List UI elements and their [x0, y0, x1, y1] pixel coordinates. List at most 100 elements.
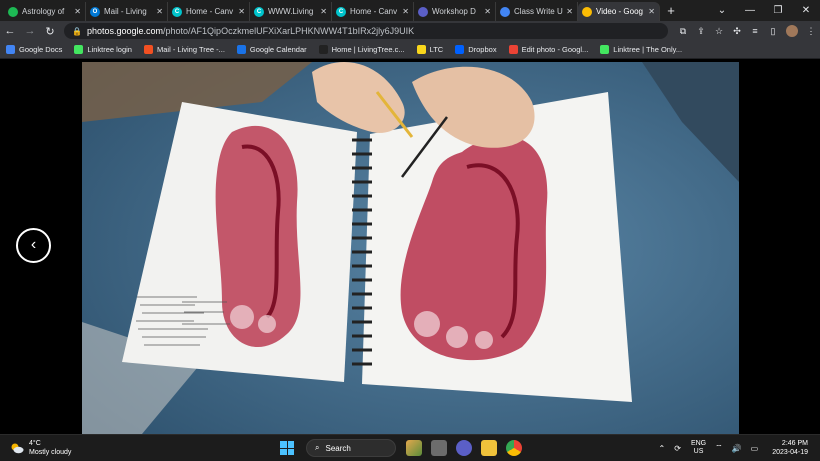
- bookmarks-bar: Google Docs Linktree login Mail - Living T…: [0, 41, 820, 59]
- teams-chat-icon[interactable]: [456, 440, 472, 456]
- system-tray: ⌃ ⟳ ENG US ⌔ 🔊 ▭ 2:46 PM 2023-04-19: [650, 437, 812, 459]
- tab-search-icon[interactable]: ⌄: [708, 5, 736, 16]
- tab-close-icon[interactable]: ✕: [484, 7, 491, 16]
- chrome-icon[interactable]: [506, 440, 522, 456]
- close-window-icon[interactable]: ✕: [792, 5, 820, 16]
- bookmark-favicon-icon: [6, 45, 15, 54]
- bookmark-item[interactable]: Mail - Living Tree -...: [143, 45, 225, 54]
- profile-avatar[interactable]: [786, 25, 798, 37]
- bookmark-label: Linktree | The Only...: [613, 45, 683, 54]
- tab-label: Home - Canv: [186, 7, 234, 16]
- lock-icon[interactable]: 🔒: [72, 27, 82, 36]
- extensions-icon[interactable]: ✣: [728, 26, 746, 37]
- tab-close-icon[interactable]: ✕: [566, 7, 573, 16]
- tab-close-icon[interactable]: ✕: [238, 7, 245, 16]
- wifi-icon[interactable]: ⌔: [715, 443, 723, 453]
- tab-close-icon[interactable]: ✕: [648, 7, 655, 16]
- bookmark-favicon-icon: [600, 45, 610, 54]
- clock-time: 2:46 PM: [781, 440, 808, 447]
- bookmark-item[interactable]: LTC: [416, 45, 443, 54]
- sketchbook-photo[interactable]: [82, 62, 739, 434]
- tab-favicon-icon: O: [90, 6, 100, 17]
- address-bar[interactable]: 🔒 photos.google.com/photo/AF1QipOczkmelU…: [64, 23, 668, 39]
- browser-tab[interactable]: C Home - Canv ✕: [168, 2, 250, 21]
- photo-viewer: ‹: [0, 59, 820, 434]
- windows-taskbar: 4°C Mostly cloudy ⌕ Search ⌃ ⟳ ENG US ⌔ …: [0, 434, 820, 461]
- tab-favicon-icon: C: [254, 6, 264, 17]
- tab-close-icon[interactable]: ✕: [320, 7, 327, 16]
- browser-tab[interactable]: Workshop D ✕: [414, 2, 496, 21]
- tab-favicon-icon: [418, 6, 428, 17]
- tab-favicon-icon: [582, 6, 592, 17]
- tab-label: Mail - Living: [104, 7, 147, 16]
- reading-list-icon[interactable]: ≡: [746, 26, 764, 36]
- browser-tab[interactable]: O Mail - Living ✕: [86, 2, 168, 21]
- clock[interactable]: 2:46 PM 2023-04-19: [772, 439, 808, 457]
- bookmark-item[interactable]: Edit photo - Googl...: [508, 45, 589, 54]
- bookmark-item[interactable]: Home | LivingTree.c...: [318, 45, 405, 54]
- partly-cloudy-icon: [11, 443, 24, 454]
- file-explorer-icon[interactable]: [481, 440, 497, 456]
- tab-favicon-icon: C: [336, 6, 346, 17]
- bookmark-item[interactable]: Linktree login: [74, 45, 132, 54]
- tab-favicon-icon: [500, 6, 510, 17]
- bookmark-item[interactable]: Google Docs: [6, 45, 62, 54]
- back-icon[interactable]: ←: [0, 25, 20, 37]
- bookmark-favicon-icon: [416, 45, 426, 54]
- side-panel-icon[interactable]: ▯: [764, 26, 782, 37]
- bookmark-label: Edit photo - Googl...: [521, 45, 589, 54]
- battery-icon[interactable]: ▭: [751, 444, 759, 453]
- tab-label: Video - Goog: [596, 7, 643, 16]
- bookmark-label: Home | LivingTree.c...: [331, 45, 405, 54]
- bookmark-label: Mail - Living Tree -...: [156, 45, 225, 54]
- tab-favicon-icon: [8, 6, 18, 17]
- start-button[interactable]: [280, 441, 294, 455]
- task-view-icon[interactable]: [431, 440, 447, 456]
- lang-code: ENG: [690, 440, 707, 447]
- show-hidden-icons-icon[interactable]: ⌃: [659, 444, 666, 453]
- tab-close-icon[interactable]: ✕: [74, 7, 81, 16]
- browser-tab[interactable]: Class Write U ✕: [496, 2, 578, 21]
- bookmark-item[interactable]: Dropbox: [455, 45, 497, 54]
- share-icon[interactable]: ⇪: [692, 26, 710, 37]
- sketchbook-illustration: [82, 62, 739, 434]
- tab-list: Astrology of ✕ O Mail - Living ✕ C Home - Canv…: [0, 0, 660, 21]
- tab-close-icon[interactable]: ✕: [402, 7, 409, 16]
- tab-label: Astrology of: [22, 7, 65, 16]
- restore-icon[interactable]: ❐: [764, 5, 792, 16]
- forward-icon[interactable]: →: [20, 25, 40, 37]
- bookmark-favicon-icon: [508, 45, 518, 54]
- weather-temp: 4°C: [29, 440, 41, 447]
- browser-tab[interactable]: C Home - Canv ✕: [332, 2, 414, 21]
- lang-region: US: [693, 448, 704, 455]
- tab-label: Class Write U: [514, 7, 563, 16]
- install-app-icon[interactable]: ⧉: [674, 26, 692, 37]
- previous-photo-button[interactable]: ‹: [16, 228, 51, 263]
- update-icon[interactable]: ⟳: [674, 444, 681, 453]
- language-indicator[interactable]: ENG US: [691, 440, 706, 456]
- bookmark-favicon-icon: [236, 45, 246, 54]
- clock-date: 2023-04-19: [772, 449, 808, 456]
- tab-label: WWW.Living: [268, 7, 314, 16]
- bookmark-item[interactable]: Linktree | The Only...: [600, 45, 682, 54]
- reload-icon[interactable]: ↻: [40, 25, 60, 38]
- browser-tab[interactable]: Astrology of ✕: [4, 2, 86, 21]
- weather-widget[interactable]: 4°C Mostly cloudy: [10, 439, 71, 457]
- menu-icon[interactable]: ⋮: [802, 26, 820, 37]
- browser-tab[interactable]: Video - Goog ✕: [578, 2, 660, 21]
- minimize-icon[interactable]: —: [736, 5, 764, 16]
- volume-icon[interactable]: 🔊: [732, 444, 742, 453]
- url-host: photos.google.com: [86, 26, 164, 36]
- tab-label: Workshop D: [432, 7, 476, 16]
- tab-close-icon[interactable]: ✕: [156, 7, 163, 16]
- bookmark-item[interactable]: Google Calendar: [236, 45, 307, 54]
- new-tab-button[interactable]: +: [660, 2, 682, 21]
- widgets-icon[interactable]: [406, 440, 422, 456]
- browser-tab[interactable]: C WWW.Living ✕: [250, 2, 332, 21]
- bookmark-favicon-icon: [74, 45, 84, 54]
- bookmark-star-icon[interactable]: ☆: [710, 26, 728, 37]
- bookmark-favicon-icon: [318, 45, 328, 54]
- bookmark-label: Google Calendar: [249, 45, 307, 54]
- search-icon: ⌕: [315, 443, 320, 452]
- taskbar-search[interactable]: ⌕ Search: [306, 439, 396, 457]
